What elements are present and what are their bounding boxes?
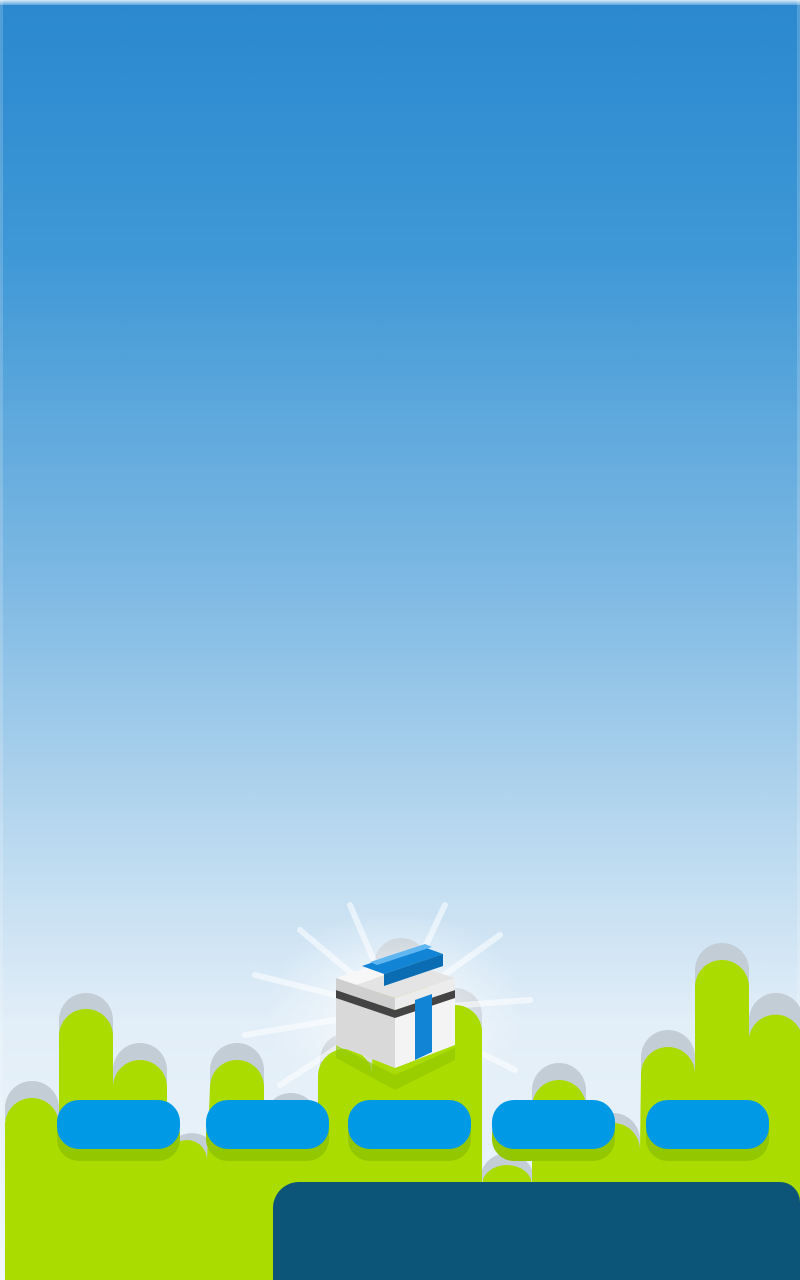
slot-button-4[interactable] (492, 1100, 615, 1149)
slot-button-3[interactable] (348, 1100, 471, 1149)
ground-scene (5, 902, 800, 1280)
slot-button-5[interactable] (646, 1100, 769, 1149)
slot-button-1[interactable] (57, 1100, 180, 1149)
bottom-panel[interactable] (273, 1182, 800, 1280)
game-screen (0, 0, 800, 1280)
slot-button-2[interactable] (206, 1100, 329, 1149)
